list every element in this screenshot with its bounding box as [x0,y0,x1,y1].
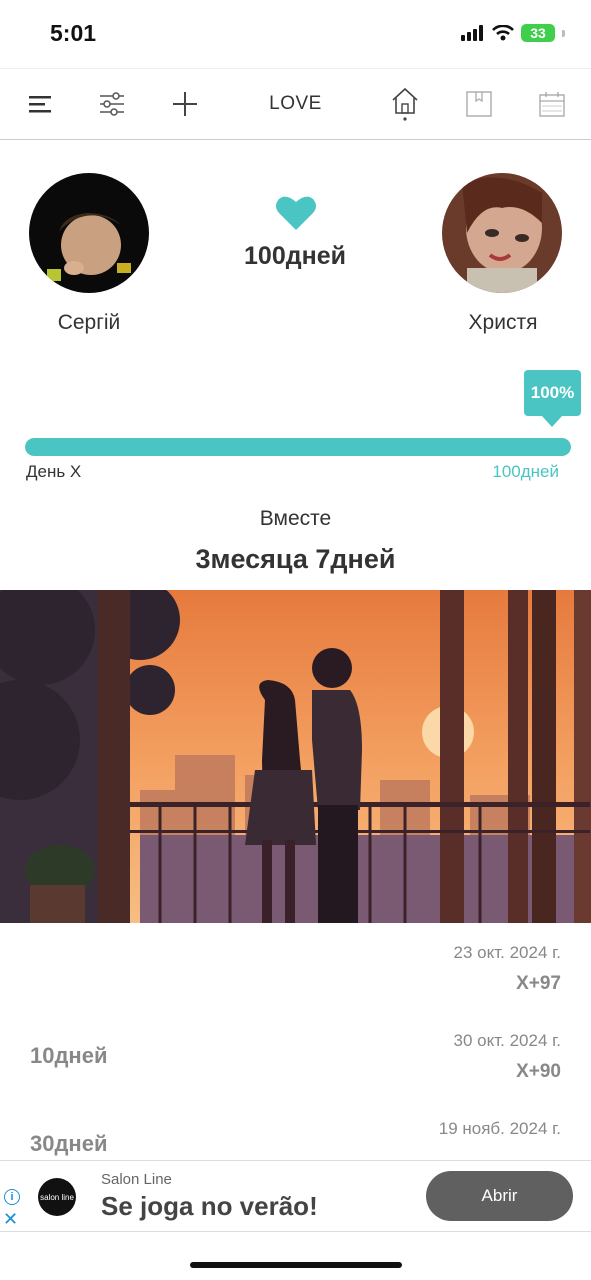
together-value: 3месяца 7дней [195,544,396,574]
battery-cap [562,29,565,37]
milestone-date: 19 нояб. 2024 г. [438,1119,561,1138]
signal-icon [461,25,483,41]
ad-info-icon[interactable]: i [4,1189,20,1205]
progress-end-label: 100дней [492,462,559,481]
milestone-title: 30дней [30,1131,108,1156]
wifi-icon [492,25,514,41]
days-count: 100дней [244,242,346,270]
status-icons: 33 [461,24,565,42]
app-title: LOVE [269,93,322,114]
plus-icon [173,92,197,116]
battery-level: 33 [530,25,546,41]
milestone-offset: X+90 [516,1061,561,1082]
milestone-row-2[interactable]: 10дней 30 окт. 2024 г. X+90 [0,1011,591,1100]
sliders-icon [100,92,124,116]
progress-bar [25,438,571,456]
menu-button[interactable] [20,69,60,139]
calendar-icon [539,92,565,117]
milestone-date: 30 окт. 2024 г. [453,1031,561,1050]
milestone-offset: X+97 [516,973,561,994]
milestone-title: 10дней [30,1043,108,1068]
progress-start-label: День X [26,462,82,481]
heart-icon [275,194,317,237]
ad-logo: salon line [38,1178,76,1216]
progress-badge-tail [542,416,562,427]
milestone-row-1[interactable]: 23 окт. 2024 г. X+97 [0,923,591,1012]
avatar-left[interactable] [29,173,149,293]
together-label: Вместе [259,507,332,530]
avatar-right[interactable] [442,173,562,293]
left-person-name: Сергій [57,311,121,334]
milestone-date: 23 окт. 2024 г. [453,943,561,962]
right-person-name: Христя [468,311,538,334]
couple-photo-illustration [0,590,591,923]
ad-close-icon[interactable]: ✕ [3,1209,18,1230]
album-icon [466,91,492,117]
ad-banner[interactable]: i ✕ salon line Salon Line Se joga no ver… [0,1160,591,1232]
battery-icon: 33 [521,24,555,42]
toolbar: LOVE [0,68,591,140]
ad-brand: Salon Line [101,1171,172,1188]
tab-album[interactable] [458,69,500,139]
avatar-right-photo [442,173,562,293]
ad-headline: Se joga no verão! [101,1191,318,1221]
menu-icon [29,96,51,113]
avatar-left-photo [29,173,149,293]
couple-photo[interactable] [0,590,591,923]
progress-fill [25,438,571,456]
ad-open-button[interactable]: Abrir [426,1171,573,1221]
status-time: 5:01 [50,20,97,46]
tab-calendar[interactable] [531,69,573,139]
home-indicator[interactable] [190,1262,402,1268]
home-icon [392,87,418,121]
tab-home[interactable] [384,69,426,139]
add-button[interactable] [165,69,205,139]
progress-percent-badge: 100% [524,370,581,416]
settings-button[interactable] [92,69,132,139]
